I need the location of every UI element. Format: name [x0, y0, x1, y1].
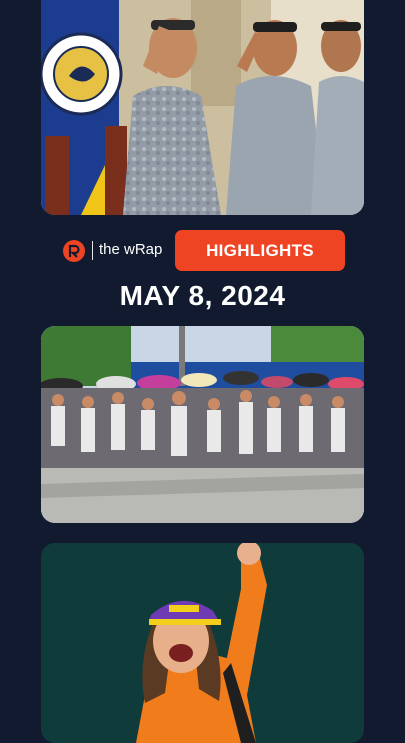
brand-label: the wRap — [99, 241, 163, 258]
brand-row: the wRap HIGHLIGHTS — [62, 230, 345, 271]
news-photo-crowd-queue[interactable] — [41, 326, 364, 523]
brand-divider — [92, 241, 93, 260]
navy-salute-illustration — [41, 0, 364, 215]
racer-celebration-illustration — [41, 543, 364, 743]
news-photo-navy-salute[interactable] — [41, 0, 364, 215]
crowd-queue-illustration — [41, 326, 364, 523]
rappler-logo-icon — [63, 240, 85, 262]
news-photo-racer-celebration[interactable] — [41, 543, 364, 743]
page-date: MAY 8, 2024 — [119, 280, 286, 311]
highlights-badge: HIGHLIGHTS — [175, 230, 345, 271]
